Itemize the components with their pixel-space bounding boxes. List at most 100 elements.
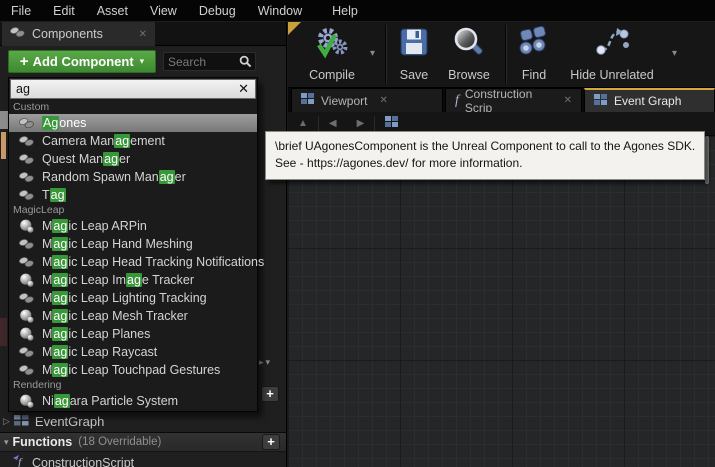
occluded-focus-sliver — [1, 132, 6, 159]
compile-icon — [314, 26, 350, 65]
menu-item-file[interactable]: File — [0, 0, 42, 22]
plus-icon: + — [19, 53, 29, 70]
clear-search-icon[interactable]: ✕ — [232, 81, 255, 97]
actor-component-icon — [19, 134, 35, 148]
tab-viewport[interactable]: Viewport ✕ — [291, 88, 443, 112]
browse-button[interactable]: Browse — [440, 26, 498, 84]
tooltip-line-1: \brief UAgonesComponent is the Unreal Co… — [275, 139, 696, 153]
graph-breadcrumb-icon — [385, 116, 399, 131]
compile-options-caret-icon[interactable]: ▾ — [370, 48, 375, 59]
functions-overridable-count: (18 Overridable) — [78, 436, 162, 448]
find-icon — [516, 25, 552, 63]
actor-component-icon — [19, 345, 35, 359]
separator — [374, 115, 376, 132]
event-graph-tab-label: Event Graph — [614, 94, 682, 108]
dropdown-item-label: Random Spawn Manager — [42, 170, 186, 184]
constructionscript-label: ConstructionScript — [32, 456, 135, 467]
dropdown-item-label: Magic Leap Touchpad Gestures — [42, 363, 221, 377]
close-icon[interactable]: ✕ — [379, 95, 387, 106]
my-blueprint-eventgraph-row[interactable]: ▷ EventGraph — [0, 412, 286, 431]
actor-component-icon — [19, 170, 35, 184]
dropdown-section-header: Rendering — [13, 379, 62, 391]
hide-unrelated-button[interactable]: Hide Unrelated — [560, 26, 664, 84]
event-graph-canvas[interactable] — [288, 136, 715, 467]
section-expander-icon[interactable]: ▾ — [4, 437, 9, 448]
dropdown-item-label: Quest Manager — [42, 152, 131, 166]
dropdown-item[interactable]: Quest Manager — [9, 150, 257, 168]
save-icon — [398, 26, 430, 63]
scene-component-icon — [19, 394, 35, 408]
add-function-button[interactable]: + — [262, 434, 280, 450]
dropdown-section-header: MagicLeap — [13, 204, 65, 216]
expander-icon[interactable]: ▷ — [3, 416, 10, 427]
dropdown-item[interactable]: Magic Leap ARPin — [9, 217, 257, 235]
dropdown-item-label: Magic Leap Hand Meshing — [42, 237, 193, 251]
dropdown-item[interactable]: Tag — [9, 186, 257, 204]
close-icon[interactable]: ✕ — [139, 29, 147, 40]
svg-text:f: f — [18, 455, 23, 467]
dropdown-item[interactable]: Magic Leap Planes — [9, 325, 257, 343]
blueprint-toolbar: Compile ▾ Save Browse Find Hide Unrelate… — [288, 22, 715, 88]
agones-component-tooltip: \brief UAgonesComponent is the Unreal Co… — [265, 131, 705, 180]
dropdown-item-label: Magic Leap Planes — [42, 327, 151, 341]
component-results-list: Custom Agones Camera Management Quest Manag… — [9, 101, 264, 410]
menu-item-asset[interactable]: Asset — [86, 0, 139, 22]
menu-bar: File Edit Asset View Debug Window Help — [0, 0, 715, 22]
eventgraph-label: EventGraph — [34, 414, 105, 429]
hide-unrelated-options-caret-icon[interactable]: ▾ — [672, 48, 677, 59]
browse-label: Browse — [448, 68, 490, 82]
dropdown-item[interactable]: Camera Management — [9, 132, 257, 150]
dropdown-item[interactable]: Magic Leap Hand Meshing — [9, 235, 257, 253]
nav-forward-icon[interactable]: ▶ — [357, 118, 365, 129]
menu-item-view[interactable]: View — [139, 0, 188, 22]
dropdown-item[interactable]: Magic Leap Image Tracker — [9, 271, 257, 289]
compile-button[interactable]: Compile — [294, 26, 370, 84]
combo-caret-icons[interactable]: ▸▾ — [259, 357, 272, 368]
dropdown-item[interactable]: Magic Leap Touchpad Gestures — [9, 361, 257, 379]
nav-back-icon[interactable]: ◀ — [329, 118, 337, 129]
event-graph-icon — [594, 93, 608, 109]
tab-components[interactable]: Components ✕ — [2, 22, 155, 46]
dropdown-item[interactable]: Agones — [9, 114, 257, 132]
graph-vertical-scrollbar[interactable] — [705, 136, 709, 184]
dropdown-item-label: Magic Leap Head Tracking Notifications — [42, 255, 265, 269]
functions-label: Functions — [12, 435, 73, 449]
dropdown-item[interactable]: Magic Leap Lighting Tracking — [9, 289, 257, 307]
add-graph-button[interactable]: + — [261, 386, 279, 402]
scene-component-icon — [19, 273, 35, 287]
functions-section-header[interactable]: ▾ Functions (18 Overridable) — [0, 432, 286, 452]
separator — [317, 115, 319, 132]
components-search-input[interactable] — [164, 54, 239, 69]
dropdown-item[interactable]: Niagara Particle System — [9, 392, 257, 410]
dropdown-item[interactable]: Magic Leap Raycast — [9, 343, 257, 361]
tab-event-graph[interactable]: Event Graph — [584, 88, 715, 112]
menu-item-edit[interactable]: Edit — [42, 0, 86, 22]
dropdown-search-box[interactable]: ✕ — [10, 79, 256, 99]
dropdown-item-label: Magic Leap Mesh Tracker — [42, 309, 188, 323]
dropdown-item[interactable]: Magic Leap Head Tracking Notifications — [9, 253, 264, 271]
save-button[interactable]: Save — [391, 26, 437, 84]
actor-component-icon — [19, 116, 35, 130]
nav-up-icon[interactable]: ▲ — [298, 118, 308, 129]
menu-item-help[interactable]: Help — [321, 0, 369, 22]
menu-item-debug[interactable]: Debug — [188, 0, 247, 22]
dropdown-item[interactable]: Random Spawn Manager — [9, 168, 257, 186]
dropdown-search-input[interactable] — [11, 82, 233, 96]
viewport-icon — [301, 93, 315, 108]
menu-item-window[interactable]: Window — [247, 0, 313, 22]
dropdown-item-label: Magic Leap Lighting Tracking — [42, 291, 207, 305]
components-search-box[interactable] — [163, 52, 256, 71]
occluded-selected-row-sliver — [0, 111, 8, 129]
toolbar-separator — [385, 25, 386, 83]
components-panel-header: Components ✕ — [0, 22, 286, 46]
dropdown-item[interactable]: Magic Leap Mesh Tracker — [9, 307, 257, 325]
constructionscript-row[interactable]: f ConstructionScript — [0, 453, 286, 467]
dropdown-item-label: Agones — [42, 116, 87, 130]
add-component-button[interactable]: + Add Component ▾ — [8, 50, 156, 73]
dropdown-item-label: Magic Leap Raycast — [42, 345, 158, 359]
tab-construction-script[interactable]: f Construction Scrip ✕ — [445, 87, 582, 115]
dropdown-item-label: Camera Management — [42, 134, 165, 148]
find-button[interactable]: Find — [512, 25, 556, 84]
occluded-row-sliver — [0, 318, 7, 346]
close-icon[interactable]: ✕ — [564, 95, 572, 106]
